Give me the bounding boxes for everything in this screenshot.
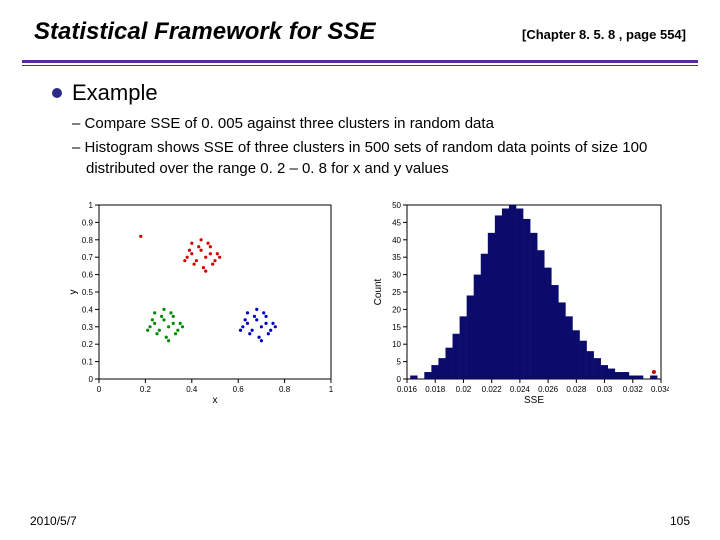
- page-title: Statistical Framework for SSE: [34, 18, 375, 46]
- section-heading: Example: [72, 80, 158, 106]
- bullet-icon: [52, 88, 62, 98]
- svg-text:0.018: 0.018: [425, 385, 446, 394]
- svg-text:0.6: 0.6: [232, 385, 244, 394]
- svg-text:0.9: 0.9: [81, 218, 93, 227]
- svg-text:10: 10: [392, 340, 401, 349]
- svg-text:0: 0: [396, 375, 401, 384]
- svg-text:0.1: 0.1: [81, 357, 93, 366]
- svg-text:40: 40: [392, 236, 401, 245]
- svg-text:15: 15: [392, 323, 401, 332]
- bullet-item: Compare SSE of 0. 005 against three clus…: [52, 114, 680, 134]
- svg-text:25: 25: [392, 288, 401, 297]
- svg-text:0.2: 0.2: [81, 340, 93, 349]
- svg-text:0.02: 0.02: [455, 385, 471, 394]
- bullet-item: Histogram shows SSE of three clusters in…: [52, 138, 680, 179]
- svg-text:1: 1: [88, 201, 93, 210]
- svg-text:0.016: 0.016: [396, 385, 417, 394]
- svg-text:x: x: [212, 395, 217, 406]
- svg-text:45: 45: [392, 218, 401, 227]
- svg-text:0: 0: [96, 385, 101, 394]
- scatter-chart: 0 0.2 0.4 0.6 0.8 1 0 0.1 0.2 0.3 0.4 0.5 0.6 0.7 0.8 0…: [64, 197, 339, 407]
- svg-text:0: 0: [88, 375, 93, 384]
- svg-text:0.026: 0.026: [538, 385, 559, 394]
- svg-text:0.4: 0.4: [81, 305, 93, 314]
- svg-text:0.4: 0.4: [186, 385, 198, 394]
- svg-text:0.6: 0.6: [81, 270, 93, 279]
- histogram-chart: 0.016 0.018 0.02 0.022 0.024 0.026 0.028 0.03 0.…: [369, 197, 669, 407]
- svg-text:20: 20: [392, 305, 401, 314]
- svg-text:SSE: SSE: [523, 395, 543, 406]
- svg-text:0.3: 0.3: [81, 323, 93, 332]
- svg-text:0.022: 0.022: [481, 385, 502, 394]
- svg-text:5: 5: [396, 357, 401, 366]
- chapter-reference: [Chapter 8. 5. 8 , page 554]: [522, 27, 686, 42]
- footer-date: 2010/5/7: [30, 514, 77, 528]
- svg-text:1: 1: [328, 385, 333, 394]
- svg-text:0.7: 0.7: [81, 253, 93, 262]
- svg-text:0.028: 0.028: [566, 385, 587, 394]
- svg-text:0.5: 0.5: [81, 288, 93, 297]
- footer-page-number: 105: [670, 514, 690, 528]
- svg-text:50: 50: [392, 201, 401, 210]
- svg-text:30: 30: [392, 270, 401, 279]
- svg-text:0.8: 0.8: [279, 385, 291, 394]
- svg-text:0.03: 0.03: [596, 385, 612, 394]
- svg-text:0.024: 0.024: [509, 385, 530, 394]
- svg-text:35: 35: [392, 253, 401, 262]
- svg-text:Count: Count: [373, 278, 384, 305]
- svg-text:0.032: 0.032: [622, 385, 643, 394]
- svg-text:0.2: 0.2: [139, 385, 151, 394]
- svg-text:y: y: [68, 289, 79, 294]
- svg-text:0.034: 0.034: [650, 385, 668, 394]
- svg-text:0.8: 0.8: [81, 236, 93, 245]
